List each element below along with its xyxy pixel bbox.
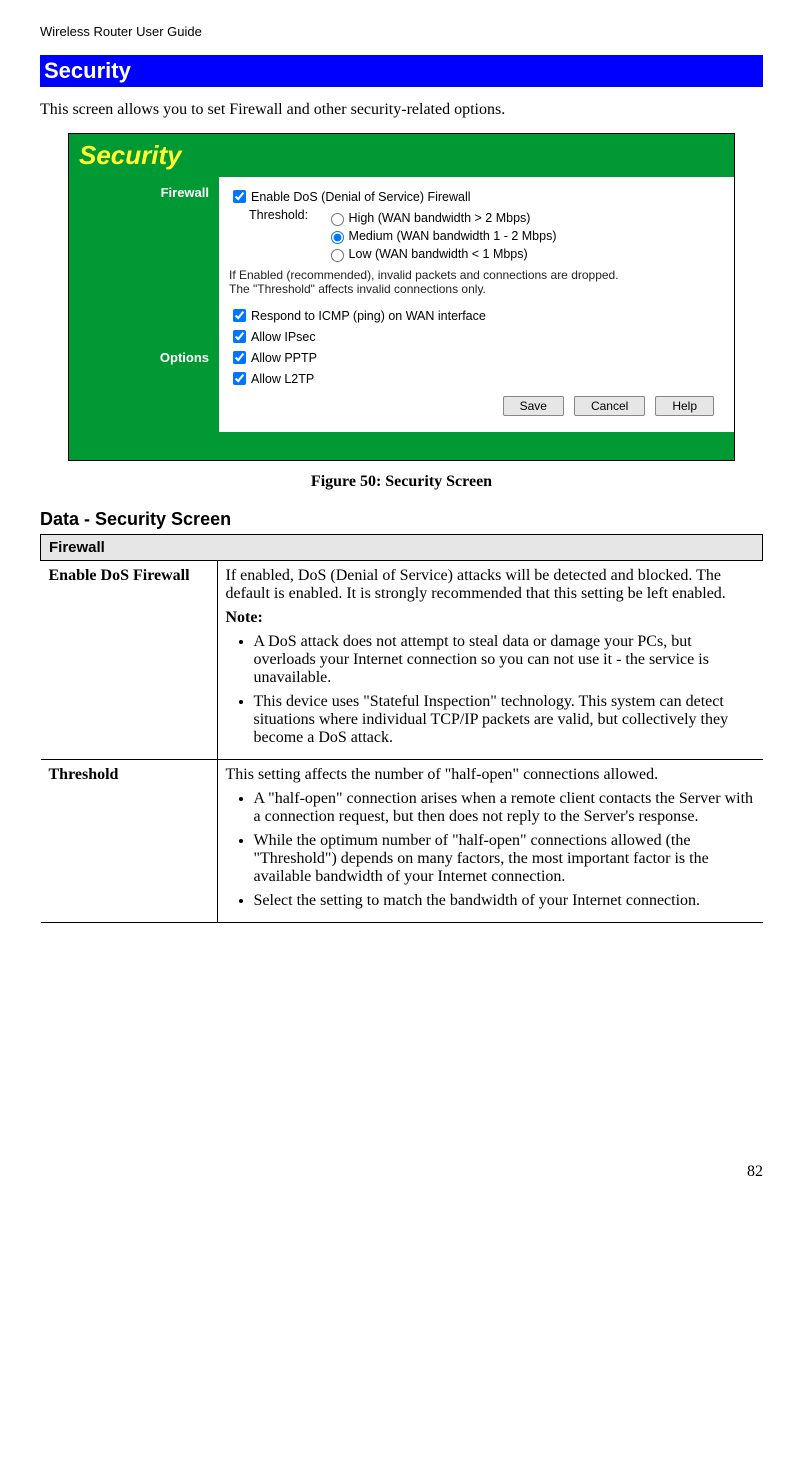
row2-bullet2: While the optimum number of "half-open" … xyxy=(254,832,755,886)
data-table: Firewall Enable DoS Firewall If enabled,… xyxy=(40,534,763,923)
icmp-checkbox[interactable] xyxy=(233,309,246,322)
row1-p1: If enabled, DoS (Denial of Service) atta… xyxy=(226,567,755,603)
note-line-2: The "Threshold" affects invalid connecti… xyxy=(229,282,724,296)
side-label-options: Options xyxy=(69,350,209,365)
threshold-high-label: High (WAN bandwidth > 2 Mbps) xyxy=(349,211,531,225)
enable-dos-label: Enable DoS (Denial of Service) Firewall xyxy=(251,190,471,204)
data-subhead: Data - Security Screen xyxy=(40,509,763,530)
screenshot-title: Security xyxy=(69,134,734,177)
row1-bullet2: This device uses "Stateful Inspection" t… xyxy=(254,693,755,747)
icmp-label: Respond to ICMP (ping) on WAN interface xyxy=(251,309,486,323)
figure-caption: Figure 50: Security Screen xyxy=(40,473,763,491)
row2-bullet3: Select the setting to match the bandwidt… xyxy=(254,892,755,910)
side-label-firewall: Firewall xyxy=(69,185,209,200)
threshold-low-label: Low (WAN bandwidth < 1 Mbps) xyxy=(349,247,528,261)
section-title: Security xyxy=(40,55,763,87)
note-line-1: If Enabled (recommended), invalid packet… xyxy=(229,268,724,282)
save-button[interactable]: Save xyxy=(503,396,564,416)
cancel-button[interactable]: Cancel xyxy=(574,396,645,416)
row1-bullet1: A DoS attack does not attempt to steal d… xyxy=(254,633,755,687)
threshold-label: Threshold: xyxy=(249,208,322,222)
threshold-medium-label: Medium (WAN bandwidth 1 - 2 Mbps) xyxy=(349,229,557,243)
ipsec-label: Allow IPsec xyxy=(251,330,316,344)
security-screenshot: Security Firewall Options Enable DoS (De… xyxy=(68,133,735,461)
table-section-firewall: Firewall xyxy=(41,535,763,561)
enable-dos-checkbox[interactable] xyxy=(233,190,246,203)
ipsec-checkbox[interactable] xyxy=(233,330,246,343)
row1-note-label: Note: xyxy=(226,609,755,627)
page-number: 82 xyxy=(40,1163,763,1181)
help-button[interactable]: Help xyxy=(655,396,714,416)
pptp-label: Allow PPTP xyxy=(251,351,317,365)
doc-header: Wireless Router User Guide xyxy=(40,24,763,39)
l2tp-checkbox[interactable] xyxy=(233,372,246,385)
row-enable-dos-label: Enable DoS Firewall xyxy=(41,561,218,760)
row2-bullet1: A "half-open" connection arises when a r… xyxy=(254,790,755,826)
pptp-checkbox[interactable] xyxy=(233,351,246,364)
threshold-medium-radio[interactable] xyxy=(331,231,344,244)
row-threshold-label: Threshold xyxy=(41,760,218,923)
threshold-high-radio[interactable] xyxy=(331,213,344,226)
intro-text: This screen allows you to set Firewall a… xyxy=(40,101,763,119)
l2tp-label: Allow L2TP xyxy=(251,372,314,386)
threshold-low-radio[interactable] xyxy=(331,249,344,262)
row2-p1: This setting affects the number of "half… xyxy=(226,766,755,784)
